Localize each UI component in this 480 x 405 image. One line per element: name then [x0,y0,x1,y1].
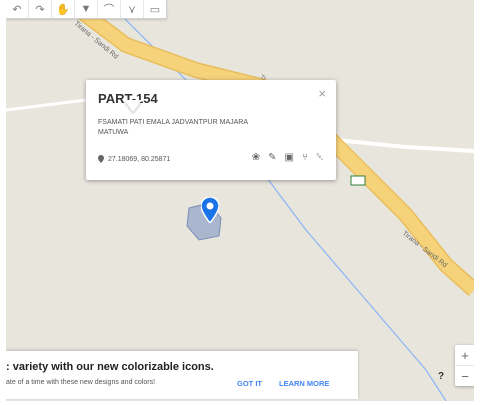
undo-icon[interactable]: ↶ [6,0,29,18]
marker-icon[interactable]: ▼ [75,0,98,18]
map-toolbar: ↶ ↷ ✋ ▼ ⌒ ⋎ ▭ [6,0,167,19]
help-icon[interactable]: ? [438,371,448,383]
style-icon[interactable]: ❀ [252,152,260,163]
learn-more-button[interactable]: LEARN MORE [279,379,329,388]
coordinates-text: 27.18069, 80.25871 [108,155,171,163]
line-icon[interactable]: ⌒ [98,0,121,18]
redo-icon[interactable]: ↷ [29,0,52,18]
popup-description: FSAMATI PATI EMALA JADVANTPUR MAJARA MAT… [98,119,248,136]
zoom-out-button[interactable]: − [455,365,474,386]
location-pin-icon [98,155,104,163]
banner-title: : variety with our new colorizable icons… [6,361,214,373]
close-icon[interactable]: × [318,86,326,101]
ruler-icon[interactable]: ▭ [144,0,166,18]
popup-tail [124,100,142,112]
camera-icon[interactable]: ▣ [285,152,294,163]
zoom-control: + − [455,345,474,386]
popup-actions: ❀ ✎ ▣ ⑂ ␡ [252,152,324,163]
info-popup: PART-154 × FSAMATI PATI EMALA JADVANTPUR… [86,80,336,180]
road-shield [350,175,366,186]
edit-icon[interactable]: ✎ [268,152,276,163]
popup-coordinates: 27.18069, 80.25871 [98,155,170,163]
map-canvas[interactable]: Tirana - Sandi Rd Tirana - Sandi Rd Tr ↶… [6,0,474,401]
directions-icon[interactable]: ⑂ [302,152,308,163]
map-layer: Tirana - Sandi Rd Tirana - Sandi Rd Tr [6,0,474,401]
got-it-button[interactable]: GOT IT [237,379,262,388]
delete-icon[interactable]: ␡ [316,152,324,163]
filter-icon[interactable]: ⋎ [121,0,144,18]
hand-icon[interactable]: ✋ [52,0,75,18]
minor-road [6,98,87,112]
banner-subtitle: ate of a time with these new designs and… [6,379,156,386]
zoom-in-button[interactable]: + [455,345,474,365]
map-pin-icon[interactable] [200,196,220,228]
promo-banner: : variety with our new colorizable icons… [6,351,358,399]
